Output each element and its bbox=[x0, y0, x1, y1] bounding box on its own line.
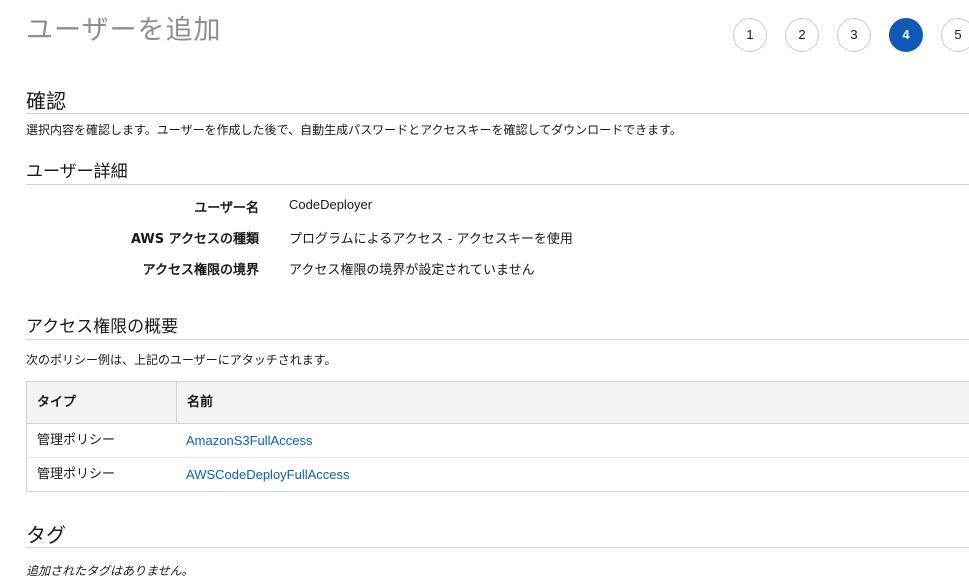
tags-divider bbox=[26, 547, 969, 548]
permissions-description: 次のポリシー例は、上記のユーザーにアタッチされます。 bbox=[26, 353, 337, 367]
tags-heading: タグ bbox=[26, 523, 66, 547]
access-type-label: AWS アクセスの種類 bbox=[130, 232, 259, 247]
permissions-boundary-label: アクセス権限の境界 bbox=[142, 263, 259, 278]
user-details-divider bbox=[26, 184, 969, 185]
policy-link[interactable]: AmazonS3FullAccess bbox=[186, 433, 312, 448]
step-3[interactable]: 3 bbox=[837, 18, 871, 52]
policy-name-cell: AWSCodeDeployFullAccess bbox=[176, 458, 350, 491]
step-5[interactable]: 5 bbox=[941, 18, 969, 52]
policy-name-cell: AmazonS3FullAccess bbox=[176, 424, 312, 457]
step-2[interactable]: 2 bbox=[785, 18, 819, 52]
review-heading: 確認 bbox=[26, 89, 66, 113]
column-header-type[interactable]: タイプ bbox=[27, 382, 76, 423]
table-row: 管理ポリシー AWSCodeDeployFullAccess bbox=[27, 458, 969, 491]
policy-link[interactable]: AWSCodeDeployFullAccess bbox=[186, 467, 350, 482]
table-header: タイプ 名前 bbox=[27, 382, 969, 424]
add-user-page: ユーザーを追加 1 2 3 4 5 確認 選択内容を確認します。ユーザーを作成し… bbox=[0, 0, 969, 588]
tags-empty-text: 追加されたタグはありません。 bbox=[26, 564, 194, 578]
step-1[interactable]: 1 bbox=[733, 18, 767, 52]
table-row: 管理ポリシー AmazonS3FullAccess bbox=[27, 424, 969, 458]
step-4-current[interactable]: 4 bbox=[889, 18, 923, 52]
user-name-value: CodeDeployer bbox=[289, 197, 373, 212]
policy-type-cell: 管理ポリシー bbox=[37, 467, 116, 482]
permissions-summary-heading: アクセス権限の概要 bbox=[26, 317, 179, 337]
policies-table: タイプ 名前 管理ポリシー AmazonS3FullAccess 管理ポリシー … bbox=[26, 381, 969, 492]
access-type-value: プログラムによるアクセス - アクセスキーを使用 bbox=[289, 232, 573, 247]
page-title: ユーザーを追加 bbox=[26, 15, 222, 46]
permissions-divider bbox=[26, 339, 969, 340]
column-header-name[interactable]: 名前 bbox=[176, 382, 213, 423]
review-divider bbox=[26, 113, 969, 114]
wizard-steps: 1 2 3 4 5 bbox=[733, 18, 969, 54]
policy-type-cell: 管理ポリシー bbox=[37, 433, 116, 448]
permissions-boundary-value: アクセス権限の境界が設定されていません bbox=[289, 263, 535, 278]
user-name-label: ユーザー名 bbox=[194, 201, 259, 216]
user-details-heading: ユーザー詳細 bbox=[26, 162, 128, 182]
review-description: 選択内容を確認します。ユーザーを作成した後で、自動生成パスワードとアクセスキーを… bbox=[26, 123, 682, 137]
